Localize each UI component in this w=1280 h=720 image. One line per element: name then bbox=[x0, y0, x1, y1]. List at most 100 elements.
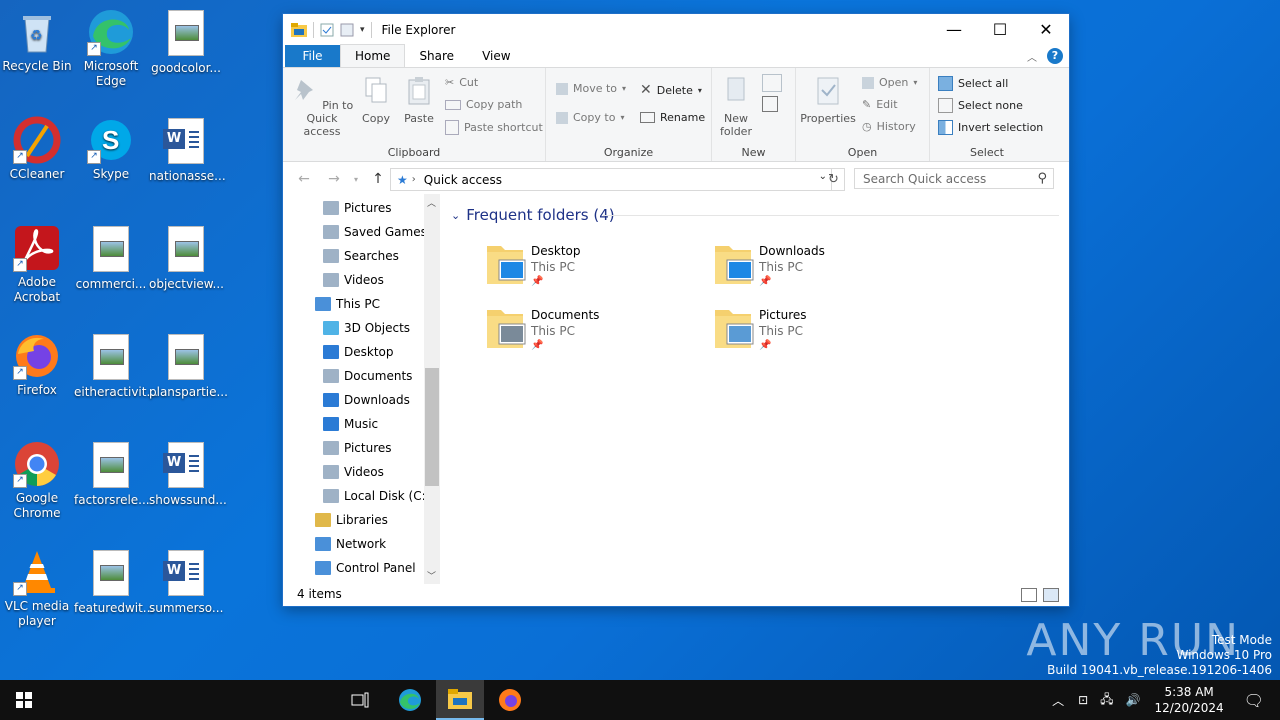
properties-button[interactable]: Properties bbox=[800, 76, 856, 125]
nav-item[interactable]: Music bbox=[283, 412, 440, 436]
desktop-icon-file[interactable]: W showssund... bbox=[149, 440, 227, 508]
tab-home[interactable]: Home bbox=[340, 44, 406, 67]
scroll-up-icon[interactable]: ︿ bbox=[427, 196, 436, 209]
address-bar[interactable]: ★ › Quick access ⌄ bbox=[390, 168, 832, 191]
desktop-icon-file[interactable]: W summerso... bbox=[149, 548, 223, 616]
scrollbar-thumb[interactable] bbox=[425, 368, 439, 486]
copy-button[interactable]: Copy bbox=[359, 76, 393, 125]
copy-path-button[interactable]: Copy path bbox=[445, 98, 522, 111]
navigation-scrollbar[interactable]: ︿ ﹀ bbox=[424, 194, 440, 584]
open-button[interactable]: Open ▾ bbox=[862, 76, 917, 89]
folder-tile[interactable]: Documents This PC 📌 bbox=[485, 304, 705, 360]
frequent-folders-header[interactable]: ⌄ Frequent folders (4) bbox=[451, 206, 615, 224]
properties-qat-icon[interactable] bbox=[320, 23, 334, 37]
desktop-icon-file[interactable]: eitheractivit... bbox=[74, 332, 158, 400]
desktop-icon-chrome[interactable]: ↗ Google Chrome bbox=[0, 440, 74, 521]
taskbar-edge[interactable] bbox=[386, 680, 434, 720]
refresh-button[interactable]: ↻ bbox=[823, 168, 845, 191]
desktop-icon-file[interactable]: goodcolor... bbox=[149, 8, 223, 76]
copy-to-button[interactable]: Copy to ▾ bbox=[556, 111, 624, 124]
search-icon: ⚲ bbox=[1037, 171, 1047, 186]
close-button[interactable]: ✕ bbox=[1023, 14, 1069, 44]
select-none-button[interactable]: Select none bbox=[938, 98, 1023, 113]
invert-selection-button[interactable]: Invert selection bbox=[938, 120, 1043, 135]
recent-locations-button[interactable]: ▾ bbox=[349, 175, 363, 184]
select-all-button[interactable]: Select all bbox=[938, 76, 1008, 91]
desktop-icon-file[interactable]: W nationasse... bbox=[149, 116, 226, 184]
folder-icon bbox=[715, 246, 754, 284]
desktop-icon-file[interactable]: factorsrele... bbox=[74, 440, 150, 508]
scroll-down-icon[interactable]: ﹀ bbox=[427, 569, 436, 582]
nav-item[interactable]: 3D Objects bbox=[283, 316, 440, 340]
desktop-icon-vlc[interactable]: ↗ VLC media player bbox=[0, 548, 74, 629]
desktop-icon-recycle-bin[interactable]: ♻ Recycle Bin bbox=[0, 8, 74, 74]
volume-icon[interactable]: 🔊 bbox=[1126, 693, 1141, 707]
new-folder-qat-icon[interactable] bbox=[340, 23, 354, 37]
details-view-icon[interactable] bbox=[1021, 588, 1037, 602]
rename-button[interactable]: Rename bbox=[640, 111, 705, 124]
tab-file[interactable]: File bbox=[285, 45, 340, 67]
back-button[interactable]: ← bbox=[289, 171, 319, 187]
nav-item[interactable]: Searches bbox=[283, 244, 440, 268]
nav-item[interactable]: Network bbox=[283, 532, 440, 556]
nav-item[interactable]: Libraries bbox=[283, 508, 440, 532]
collapse-ribbon-icon[interactable]: ︿ bbox=[1027, 49, 1037, 64]
taskbar-file-explorer[interactable] bbox=[436, 680, 484, 720]
start-button[interactable] bbox=[0, 680, 48, 720]
desktop-icon-acrobat[interactable]: ↗ Adobe Acrobat bbox=[0, 224, 74, 305]
minimize-button[interactable]: — bbox=[931, 14, 977, 44]
desktop-icon-file[interactable]: featuredwit... bbox=[74, 548, 154, 616]
nav-item[interactable]: Desktop bbox=[283, 340, 440, 364]
edit-button[interactable]: ✎ Edit bbox=[862, 98, 898, 111]
tab-view[interactable]: View bbox=[468, 45, 524, 67]
paste-button[interactable]: Paste bbox=[399, 76, 439, 125]
search-input[interactable]: Search Quick access ⚲ bbox=[854, 168, 1054, 189]
paste-shortcut-button[interactable]: Paste shortcut bbox=[445, 120, 543, 135]
forward-button[interactable]: → bbox=[319, 171, 349, 187]
desktop-icon-skype[interactable]: S ↗ Skype bbox=[74, 116, 148, 182]
network-icon[interactable]: 🖧 bbox=[1100, 690, 1113, 711]
nav-item[interactable]: Saved Games bbox=[283, 220, 440, 244]
delete-button[interactable]: ✕ Delete ▾ bbox=[640, 82, 702, 98]
title-bar[interactable]: ▾ File Explorer — ☐ ✕ bbox=[283, 14, 1069, 45]
meet-now-icon[interactable]: ⊡ bbox=[1078, 693, 1088, 707]
nav-item[interactable]: Control Panel bbox=[283, 556, 440, 580]
nav-item[interactable]: Downloads bbox=[283, 388, 440, 412]
clock[interactable]: 5:38 AM 12/20/2024 bbox=[1155, 684, 1224, 716]
maximize-button[interactable]: ☐ bbox=[977, 14, 1023, 44]
folder-tile[interactable]: Downloads This PC 📌 bbox=[713, 240, 933, 296]
nav-item[interactable]: Pictures bbox=[283, 196, 440, 220]
notifications-icon[interactable]: 🗨 bbox=[1244, 691, 1264, 710]
cut-button[interactable]: ✂ Cut bbox=[445, 76, 478, 89]
show-hidden-icons-icon[interactable]: ︿ bbox=[1052, 692, 1064, 709]
folder-tile[interactable]: Pictures This PC 📌 bbox=[713, 304, 933, 360]
task-view-button[interactable] bbox=[336, 680, 384, 720]
desktop-icon-file[interactable]: planspartie... bbox=[149, 332, 228, 400]
large-icons-view-icon[interactable] bbox=[1043, 588, 1059, 602]
desktop-icon-file[interactable]: objectview... bbox=[149, 224, 224, 292]
nav-item[interactable]: Videos bbox=[283, 268, 440, 292]
pin-to-quick-access-button[interactable]: Pin to Quick access bbox=[289, 76, 355, 138]
nav-item[interactable]: Local Disk (C:) bbox=[283, 484, 440, 508]
help-icon[interactable]: ? bbox=[1047, 48, 1063, 64]
desktop-icon-file[interactable]: commerci... bbox=[74, 224, 148, 292]
tab-share[interactable]: Share bbox=[405, 45, 468, 67]
cut-icon: ✂ bbox=[445, 76, 455, 89]
desktop-icon-ccleaner[interactable]: ↗ CCleaner bbox=[0, 116, 74, 182]
nav-item[interactable]: Videos bbox=[283, 460, 440, 484]
customize-qat-icon[interactable]: ▾ bbox=[360, 25, 365, 35]
new-item-icon[interactable] bbox=[762, 74, 782, 92]
easy-access-icon[interactable] bbox=[762, 96, 778, 112]
folder-tile[interactable]: Desktop This PC 📌 bbox=[485, 240, 705, 296]
new-folder-button[interactable]: New folder bbox=[716, 76, 756, 138]
taskbar-firefox[interactable] bbox=[486, 680, 534, 720]
desktop-icon-edge[interactable]: ↗ Microsoft Edge bbox=[74, 8, 148, 89]
move-to-button[interactable]: Move to ▾ bbox=[556, 82, 626, 95]
nav-item[interactable]: Pictures bbox=[283, 436, 440, 460]
nav-item[interactable]: Documents bbox=[283, 364, 440, 388]
history-button[interactable]: ◷ History bbox=[862, 120, 916, 133]
nav-item[interactable]: This PC bbox=[283, 292, 440, 316]
recycle-bin-icon: ♻ bbox=[13, 8, 61, 56]
desktop-icon-firefox[interactable]: ↗ Firefox bbox=[0, 332, 74, 398]
up-button[interactable]: ↑ bbox=[363, 171, 393, 187]
